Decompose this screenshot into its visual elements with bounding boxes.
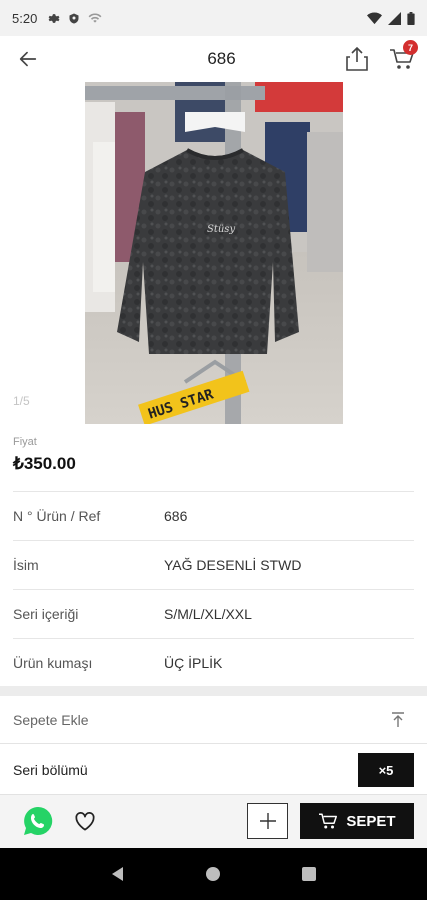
sweater-photo-illustration: Stüsy HUS STAR (85, 82, 343, 424)
svg-text:Stüsy: Stüsy (207, 224, 235, 235)
price-label: Fiyat (13, 436, 37, 448)
app-bar: 686 7 (0, 36, 427, 82)
back-button[interactable] (0, 36, 56, 82)
quantity-plus-button[interactable] (247, 803, 288, 839)
cart-icon (319, 813, 338, 829)
price-value: ₺350.00 (13, 454, 76, 473)
status-time: 5:20 (12, 10, 38, 26)
series-row: Seri bölümü ×5 (0, 746, 427, 794)
status-bar: 5:20 (0, 0, 427, 36)
spec-label: İsim (13, 557, 39, 573)
image-counter: 1/5 (13, 394, 30, 408)
spec-row-fabric: Ürün kumaşı ÜÇ İPLİK (0, 639, 427, 687)
cart-count-badge: 7 (403, 40, 418, 55)
spec-value: S/M/L/XL/XXL (164, 606, 252, 622)
spec-label: Seri içeriği (13, 606, 79, 622)
shield-icon (69, 13, 79, 23)
bottom-action-bar: SEPET (0, 794, 427, 848)
nav-recents-icon[interactable] (301, 866, 317, 882)
heart-icon (75, 812, 95, 831)
product-photo[interactable]: Stüsy HUS STAR (85, 82, 343, 424)
nav-back-icon[interactable] (110, 866, 126, 882)
whatsapp-icon (24, 806, 53, 835)
wifi-icon (367, 12, 382, 24)
add-to-basket-button[interactable]: SEPET (300, 803, 414, 839)
price-block: Fiyat ₺350.00 (13, 436, 76, 474)
system-nav-bar (0, 848, 427, 900)
battery-icon (407, 11, 415, 25)
wifi-off-icon (88, 13, 102, 23)
product-gallery[interactable]: Stüsy HUS STAR 1/5 (0, 82, 427, 424)
share-icon (346, 46, 368, 71)
add-to-cart-label: Sepete Ekle (13, 711, 89, 728)
spec-label: N ° Ürün / Ref (13, 508, 101, 524)
spec-value: ÜÇ İPLİK (164, 655, 223, 671)
signal-icon (388, 11, 401, 25)
nav-home-icon[interactable] (205, 866, 221, 882)
collapse-up-icon[interactable] (391, 712, 405, 728)
add-to-basket-label: SEPET (346, 812, 396, 830)
spec-row-name: İsim YAĞ DESENLİ STWD (0, 541, 427, 589)
cart-button[interactable]: 7 (377, 36, 427, 82)
share-button[interactable] (337, 36, 377, 82)
settings-gear-icon (48, 13, 60, 23)
whatsapp-button[interactable] (22, 805, 54, 837)
spec-value: 686 (164, 508, 188, 524)
series-label: Seri bölümü (13, 762, 88, 778)
add-to-cart-row[interactable]: Sepete Ekle (0, 696, 427, 744)
spec-row-series: Seri içeriği S/M/L/XL/XXL (0, 590, 427, 638)
page-title: 686 (207, 49, 236, 68)
spec-value: YAĞ DESENLİ STWD (164, 557, 302, 573)
plus-icon (259, 813, 276, 829)
spec-row-ref: N ° Ürün / Ref 686 (0, 492, 427, 540)
arrow-left-icon (19, 51, 37, 67)
spec-label: Ürün kumaşı (13, 655, 93, 671)
section-separator (0, 686, 427, 696)
series-quantity-chip[interactable]: ×5 (358, 753, 414, 787)
favorite-button[interactable] (72, 808, 98, 834)
